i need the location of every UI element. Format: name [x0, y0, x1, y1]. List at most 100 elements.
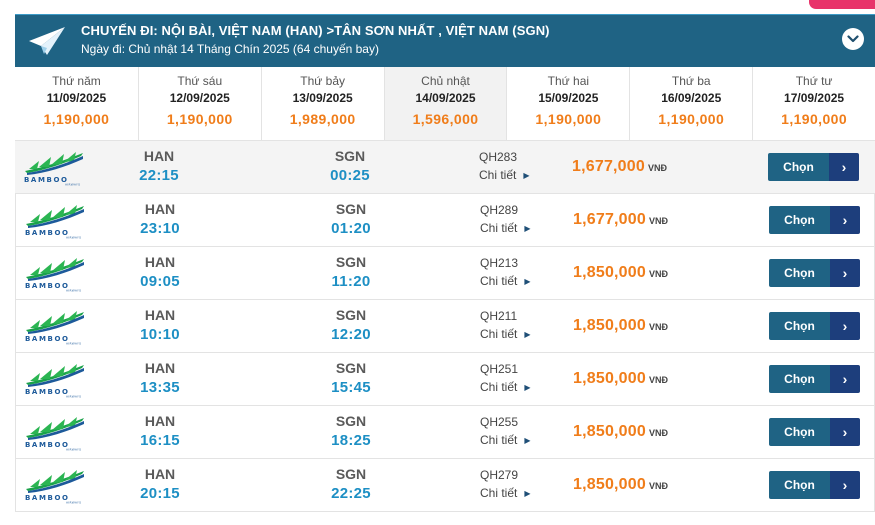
select-flight-label: Chọn — [768, 153, 829, 181]
select-flight-button[interactable]: Chọn › — [769, 471, 860, 499]
fare-currency: VNĐ — [649, 269, 669, 279]
airline-logo: BAMBOO AIRWAYS — [22, 470, 92, 505]
flight-detail-link[interactable]: Chi tiết ▶ — [480, 327, 531, 341]
date-tab-weekday: Thứ năm — [52, 74, 101, 88]
airline-logo-text: BAMBOO — [25, 282, 70, 290]
flight-number: QH211 — [480, 309, 518, 323]
date-tab-date: 15/09/2025 — [538, 91, 599, 105]
airline-logo-subtext: AIRWAYS — [66, 501, 81, 505]
flight-detail-link[interactable]: Chi tiết ▶ — [480, 380, 531, 394]
date-tab[interactable]: Thứ hai 15/09/2025 1,190,000 — [506, 67, 630, 140]
flight-number: QH289 — [480, 203, 519, 217]
departure-date-info: Ngày đi: Chủ nhật 14 Tháng Chín 2025 (64… — [81, 42, 379, 56]
flight-row: BAMBOO AIRWAYS HAN 09:05 SGN 11:20 QH213 Chi ti… — [15, 247, 875, 300]
flight-number: QH213 — [480, 256, 519, 270]
date-tab-date: 17/09/2025 — [784, 91, 845, 105]
arrival-airport-code: SGN — [334, 148, 366, 164]
airline-logo-subtext: AIRWAYS — [66, 289, 81, 293]
fare-price: 1,850,000 — [573, 317, 646, 334]
flight-detail-link[interactable]: Chi tiết ▶ — [479, 168, 530, 182]
select-flight-label: Chọn — [769, 365, 830, 393]
fare-currency: VNĐ — [649, 216, 669, 226]
date-tab-weekday: Thứ bảy — [300, 74, 345, 88]
bamboo-airways-logo: BAMBOOAIRWAYS — [25, 417, 84, 452]
flight-number: QH251 — [480, 362, 519, 376]
chevron-right-icon: › — [830, 312, 860, 340]
flight-detail-link[interactable]: Chi tiết ▶ — [480, 433, 531, 447]
fare-currency: VNĐ — [649, 428, 669, 438]
date-tab[interactable]: Thứ tư 17/09/2025 1,190,000 — [752, 67, 875, 140]
arrival-airport-code: SGN — [335, 254, 367, 270]
departure-time: 13:35 — [140, 379, 180, 396]
departure-airport-code: HAN — [144, 466, 176, 482]
arrival-time: 11:20 — [331, 273, 371, 290]
triangle-right-icon: ▶ — [523, 170, 530, 180]
flight-detail-label: Chi tiết — [480, 327, 518, 341]
date-tab-date: 11/09/2025 — [46, 91, 107, 105]
date-tab[interactable]: Thứ bảy 13/09/2025 1,989,000 — [260, 67, 384, 140]
departure-info: HAN 09:05 — [120, 254, 200, 290]
date-tab-price: 1,190,000 — [535, 111, 602, 127]
departure-time: 22:15 — [139, 167, 179, 184]
select-flight-button[interactable]: Chọn › — [769, 312, 860, 340]
departure-info: HAN 10:10 — [120, 307, 200, 343]
arrival-info: SGN 01:20 — [311, 201, 391, 237]
departure-info: HAN 22:15 — [119, 148, 199, 184]
date-tab[interactable]: Chủ nhật 14/09/2025 1,596,000 — [383, 67, 507, 140]
flight-number: QH255 — [480, 415, 519, 429]
arrival-info: SGN 15:45 — [311, 360, 391, 396]
fare-currency: VNĐ — [649, 375, 669, 385]
flight-detail-link[interactable]: Chi tiết ▶ — [480, 221, 531, 235]
airline-logo-text: BAMBOO — [25, 388, 70, 396]
select-flight-label: Chọn — [769, 471, 830, 499]
flight-row: BAMBOO AIRWAYS HAN 16:15 SGN 18:25 QH255 Chi ti… — [15, 406, 875, 459]
airline-logo: BAMBOO AIRWAYS — [22, 311, 92, 346]
airline-logo-subtext: AIRWAYS — [66, 448, 81, 452]
date-tab[interactable]: Thứ sáu 12/09/2025 1,190,000 — [137, 67, 261, 140]
paper-plane-icon — [29, 27, 65, 55]
airline-logo: BAMBOO AIRWAYS — [22, 205, 92, 240]
chevron-down-icon — [847, 35, 859, 43]
bamboo-airways-logo: BAMBOOAIRWAYS — [25, 311, 84, 346]
triangle-right-icon: ▶ — [524, 329, 531, 339]
flight-detail-link[interactable]: Chi tiết ▶ — [480, 274, 531, 288]
departure-airport-code: HAN — [144, 201, 176, 217]
arrival-time: 15:45 — [331, 379, 371, 396]
arrival-info: SGN 22:25 — [311, 466, 391, 502]
departure-info: HAN 20:15 — [120, 466, 200, 502]
airline-logo: BAMBOO AIRWAYS — [22, 258, 92, 293]
bamboo-airways-logo: BAMBOOAIRWAYS — [25, 364, 84, 399]
flight-row: BAMBOO AIRWAYS HAN 22:15 SGN 00:25 QH283 Chi ti… — [15, 141, 875, 194]
select-flight-button[interactable]: Chọn › — [769, 365, 860, 393]
select-flight-button[interactable]: Chọn › — [769, 418, 860, 446]
date-tab[interactable]: Thứ năm 11/09/2025 1,190,000 — [15, 67, 138, 140]
airline-logo-subtext: AIRWAYS — [65, 183, 80, 187]
date-tab[interactable]: Thứ ba 16/09/2025 1,190,000 — [629, 67, 753, 140]
departure-time: 20:15 — [140, 485, 180, 502]
flight-detail-label: Chi tiết — [480, 274, 518, 288]
collapse-button[interactable] — [842, 28, 864, 50]
airline-logo-text: BAMBOO — [25, 441, 70, 449]
select-flight-button[interactable]: Chọn › — [769, 206, 860, 234]
fare-price: 1,850,000 — [573, 264, 646, 281]
fare-currency: VNĐ — [649, 481, 669, 491]
chevron-right-icon: › — [830, 471, 860, 499]
flight-row: BAMBOO AIRWAYS HAN 10:10 SGN 12:20 QH211 Chi ti… — [15, 300, 875, 353]
flight-row: BAMBOO AIRWAYS HAN 20:15 SGN 22:25 QH279 Chi ti… — [15, 459, 875, 512]
date-tab-price: 1,596,000 — [412, 111, 479, 127]
airline-logo-text: BAMBOO — [25, 335, 70, 343]
arrival-time: 00:25 — [330, 167, 370, 184]
airline-logo-subtext: AIRWAYS — [66, 342, 81, 346]
departure-time: 09:05 — [140, 273, 180, 290]
departure-time: 10:10 — [140, 326, 180, 343]
flight-detail-label: Chi tiết — [479, 168, 517, 182]
flight-row: BAMBOO AIRWAYS HAN 23:10 SGN 01:20 QH289 Chi ti… — [15, 194, 875, 247]
arrival-time: 01:20 — [331, 220, 371, 237]
select-flight-button[interactable]: Chọn › — [768, 153, 859, 181]
flight-detail-link[interactable]: Chi tiết ▶ — [480, 486, 531, 500]
airline-logo: BAMBOO AIRWAYS — [22, 417, 92, 452]
airline-logo-subtext: AIRWAYS — [66, 236, 81, 240]
triangle-right-icon: ▶ — [524, 435, 531, 445]
select-flight-button[interactable]: Chọn › — [769, 259, 860, 287]
departure-info: HAN 13:35 — [120, 360, 200, 396]
